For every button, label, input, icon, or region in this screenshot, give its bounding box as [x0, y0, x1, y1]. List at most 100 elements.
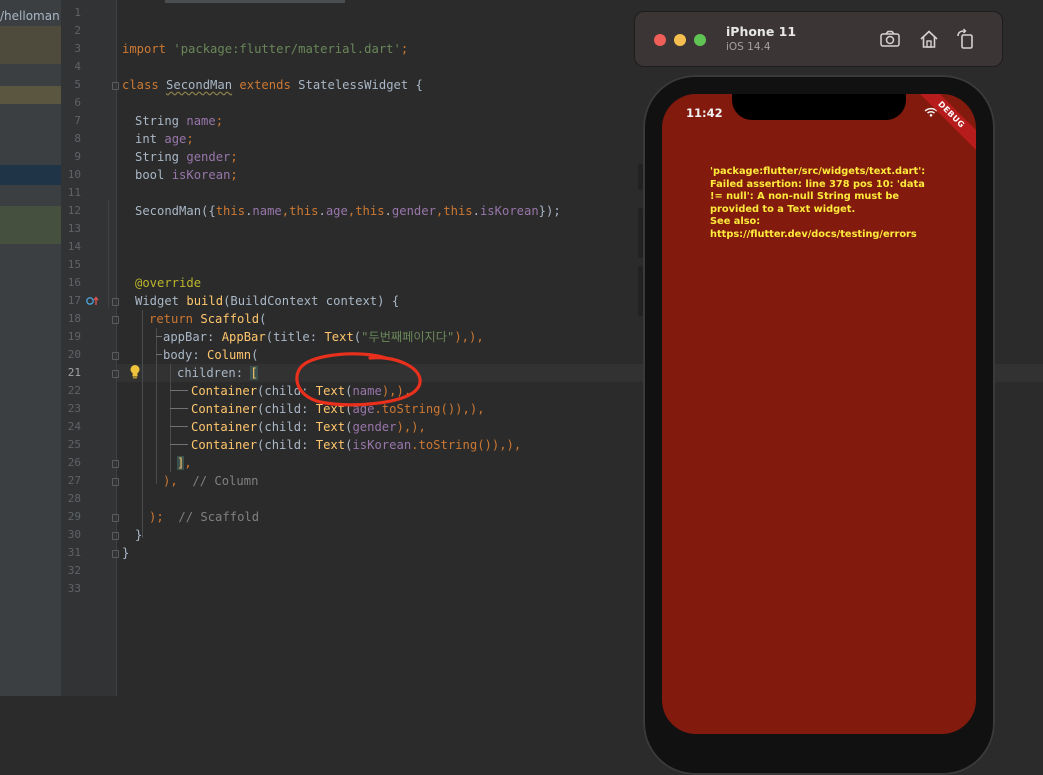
editor-tab-indicator[interactable]	[165, 0, 345, 3]
token: (child:	[257, 420, 316, 434]
token: Container	[191, 438, 258, 452]
lightbulb-icon[interactable]	[129, 364, 141, 380]
device-screen[interactable]: 11:42 DEBUG 'package:flutter/src/widgets…	[662, 94, 976, 734]
home-icon[interactable]	[918, 28, 940, 50]
token: children:	[177, 366, 251, 380]
fold-marker[interactable]	[112, 316, 119, 324]
code-line-18[interactable]: return Scaffold(	[149, 310, 266, 328]
token: import	[122, 42, 167, 56]
fold-marker[interactable]	[112, 82, 119, 90]
line-number[interactable]: 10	[61, 166, 81, 184]
line-number[interactable]: 24	[61, 418, 81, 436]
token: ;	[215, 114, 224, 128]
line-number[interactable]: 9	[61, 148, 81, 166]
code-line-12[interactable]: SecondMan({this.name,this.age,this.gende…	[135, 202, 561, 220]
code-line-29[interactable]: ); // Scaffold	[149, 508, 259, 526]
fold-marker[interactable]	[112, 514, 119, 522]
token: body:	[163, 348, 208, 362]
code-line-26[interactable]: ],	[177, 454, 192, 472]
fold-marker[interactable]	[112, 298, 119, 306]
token: Column	[207, 348, 252, 362]
token: name	[186, 114, 216, 128]
zoom-button[interactable]	[694, 34, 706, 46]
line-number[interactable]: 2	[61, 22, 81, 40]
token: StatelessWidget {	[298, 78, 423, 92]
project-name[interactable]: /helloman	[0, 9, 60, 23]
line-number[interactable]: 13	[61, 220, 81, 238]
line-number[interactable]: 21	[61, 364, 81, 382]
token: Text	[324, 330, 354, 344]
line-number[interactable]: 25	[61, 436, 81, 454]
line-number[interactable]: 17	[61, 292, 81, 310]
minimize-button[interactable]	[674, 34, 686, 46]
line-number[interactable]: 16	[61, 274, 81, 292]
token: Container	[191, 402, 258, 416]
code-line-16[interactable]: @override	[135, 274, 201, 292]
token: );	[149, 510, 164, 524]
code-line-5[interactable]: class SecondMan extends StatelessWidget …	[122, 76, 423, 94]
line-number[interactable]: 29	[61, 508, 81, 526]
line-number[interactable]: 7	[61, 112, 81, 130]
token: Widget	[135, 294, 180, 308]
sidebar-highlight	[0, 26, 61, 64]
line-number[interactable]: 20	[61, 346, 81, 364]
code-line-27[interactable]: ), // Column	[163, 472, 258, 490]
line-number[interactable]: 12	[61, 202, 81, 220]
token: gender	[352, 420, 397, 434]
token: age	[325, 204, 348, 218]
simulator-titlebar[interactable]: iPhone 11 iOS 14.4	[635, 12, 1002, 66]
line-number[interactable]: 33	[61, 580, 81, 598]
rotate-icon[interactable]	[955, 28, 977, 50]
line-number[interactable]: 31	[61, 544, 81, 562]
sidebar-selected-item[interactable]	[0, 165, 61, 185]
override-gutter-icon[interactable]	[86, 295, 100, 307]
code-line-31[interactable]: }	[122, 544, 129, 562]
code-line-8[interactable]: int age;	[135, 130, 194, 148]
code-line-20[interactable]: body: Column(	[163, 346, 258, 364]
line-number[interactable]: 11	[61, 184, 81, 202]
token: ),	[163, 474, 178, 488]
line-number[interactable]: 1	[61, 4, 81, 22]
line-number[interactable]: 26	[61, 454, 81, 472]
line-number[interactable]: 22	[61, 382, 81, 400]
line-number[interactable]: 15	[61, 256, 81, 274]
code-line-10[interactable]: bool isKorean;	[135, 166, 238, 184]
fold-marker[interactable]	[112, 352, 119, 360]
line-number[interactable]: 4	[61, 58, 81, 76]
token: bool	[135, 168, 165, 182]
code-line-25[interactable]: Container(child: Text(isKorean.toString(…	[191, 436, 521, 454]
line-number[interactable]: 19	[61, 328, 81, 346]
code-line-7[interactable]: String name;	[135, 112, 223, 130]
line-number[interactable]: 14	[61, 238, 81, 256]
line-number[interactable]: 23	[61, 400, 81, 418]
line-number[interactable]: 3	[61, 40, 81, 58]
fold-marker[interactable]	[112, 370, 119, 378]
code-line-3[interactable]: import 'package:flutter/material.dart';	[122, 40, 408, 58]
close-button[interactable]	[654, 34, 666, 46]
code-line-19[interactable]: appBar: AppBar(title: Text("두번째페이지다"),),	[163, 328, 484, 346]
camera-icon[interactable]	[879, 28, 901, 50]
token: }	[122, 546, 130, 560]
line-number[interactable]: 30	[61, 526, 81, 544]
code-line-17[interactable]: Widget build(BuildContext context) {	[135, 292, 399, 310]
line-number[interactable]: 28	[61, 490, 81, 508]
line-number[interactable]: 32	[61, 562, 81, 580]
fold-marker[interactable]	[112, 532, 119, 540]
fold-marker[interactable]	[112, 550, 119, 558]
token: (	[259, 312, 267, 326]
project-sidebar[interactable]: /helloman	[0, 0, 61, 696]
line-number[interactable]: 18	[61, 310, 81, 328]
line-number[interactable]: 8	[61, 130, 81, 148]
code-line-30[interactable]: }	[135, 526, 142, 544]
token: ),),	[396, 420, 426, 434]
line-number[interactable]: 27	[61, 472, 81, 490]
code-line-24[interactable]: Container(child: Text(gender),),	[191, 418, 426, 436]
token: (BuildContext context) {	[223, 294, 400, 308]
fold-marker[interactable]	[112, 460, 119, 468]
line-number[interactable]: 6	[61, 94, 81, 112]
code-line-9[interactable]: String gender;	[135, 148, 238, 166]
line-number[interactable]: 5	[61, 76, 81, 94]
token: ,	[184, 456, 192, 470]
code-line-21[interactable]: children: [	[177, 364, 258, 382]
fold-marker[interactable]	[112, 478, 119, 486]
